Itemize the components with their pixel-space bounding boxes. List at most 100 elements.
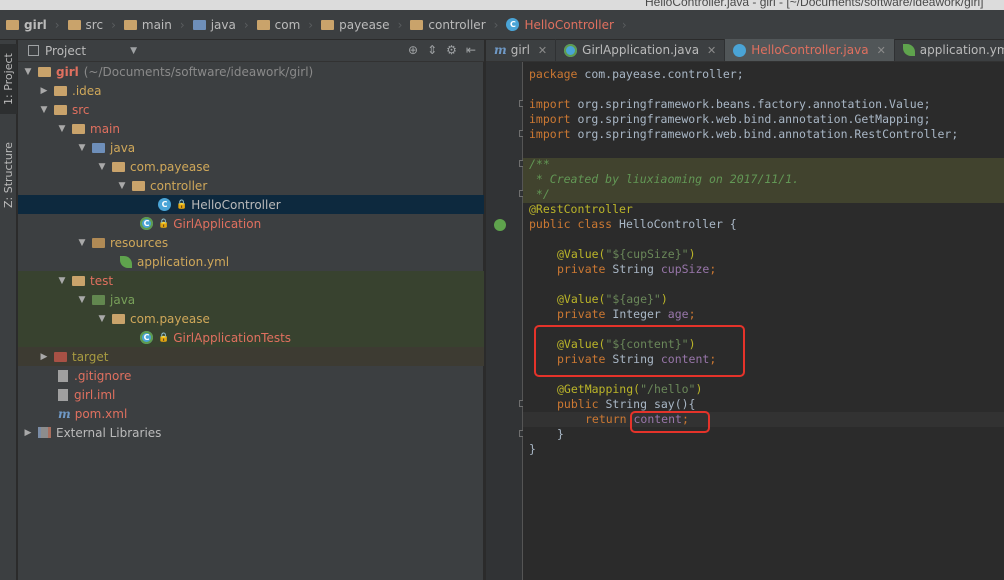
highlight-box-content-field	[534, 325, 745, 377]
maven-icon: m	[58, 406, 71, 421]
code-line: /**	[529, 157, 550, 171]
spring-class-icon: C	[140, 331, 153, 344]
file-icon	[58, 369, 68, 382]
tab-girl[interactable]: m girl ✕	[486, 39, 557, 61]
tree-item-test-com-payease[interactable]: ▼ com.payease	[18, 309, 484, 328]
tree-item-external-libraries[interactable]: ▶ External Libraries	[18, 423, 484, 442]
project-view-selector[interactable]: Project	[45, 44, 86, 58]
chevron-right-icon: ›	[243, 17, 249, 32]
tree-item-target[interactable]: ▶ target	[18, 347, 484, 366]
editor-gutter[interactable]	[486, 62, 523, 580]
chevron-right-icon[interactable]: ▶	[22, 428, 34, 438]
folder-icon	[72, 123, 85, 134]
code-line: @Value("${cupSize}")	[557, 247, 696, 261]
tree-item-girlapplicationtests[interactable]: C 🔒 GirlApplicationTests	[18, 328, 484, 347]
folder-icon	[72, 275, 85, 286]
chevron-down-icon[interactable]: ▼	[76, 295, 88, 305]
spring-class-icon: C	[140, 217, 153, 230]
editor-tabs: m girl ✕ GirlApplication.java ✕ HelloContro…	[486, 39, 1004, 62]
chevron-right-icon: ›	[308, 17, 314, 32]
breadcrumb-item-girl[interactable]: girl ›	[6, 18, 60, 32]
tree-item-resources[interactable]: ▼ resources	[18, 233, 484, 252]
tab-application-yml[interactable]: application.yml✕	[895, 39, 1004, 61]
spring-bean-icon[interactable]	[494, 219, 506, 231]
breadcrumb: girl › src › main › java › com › payease › con…	[0, 10, 1004, 40]
breadcrumb-item-payease[interactable]: payease ›	[321, 18, 402, 32]
chevron-down-icon[interactable]: ▼	[116, 181, 128, 191]
chevron-down-icon[interactable]: ▼	[96, 314, 108, 324]
spring-yml-icon	[902, 44, 915, 56]
window-title: HelloController.java - girl - [~/Documen…	[645, 0, 984, 9]
folder-icon	[123, 19, 137, 30]
tree-item-application-yml[interactable]: application.yml	[18, 252, 484, 271]
chevron-right-icon: ›	[397, 17, 403, 32]
chevron-down-icon[interactable]: ▼	[56, 124, 68, 134]
close-icon[interactable]: ✕	[877, 44, 886, 57]
hide-panel-icon[interactable]: ⇤	[466, 43, 476, 57]
tree-item-test-java[interactable]: ▼ java	[18, 290, 484, 309]
breadcrumb-item-controller[interactable]: controller ›	[410, 18, 498, 32]
test-folder-icon	[92, 294, 105, 305]
close-icon[interactable]: ✕	[707, 44, 716, 57]
tree-item-com-payease[interactable]: ▼ com.payease	[18, 157, 484, 176]
chevron-right-icon: ›	[111, 17, 116, 32]
breadcrumb-item-hellocontroller[interactable]: C HelloController ›	[506, 17, 627, 32]
code-line: private String cupSize;	[557, 262, 717, 276]
highlight-box-return-content	[630, 411, 710, 433]
close-icon[interactable]: ✕	[538, 44, 547, 57]
locate-icon[interactable]: ⊕	[408, 43, 418, 57]
class-icon: C	[158, 198, 171, 211]
code-line: * Created by liuxiaoming on 2017/11/1.	[529, 172, 800, 186]
package-icon	[112, 313, 125, 324]
lock-icon: 🔒	[158, 332, 170, 343]
breadcrumb-item-main[interactable]: main ›	[123, 18, 185, 32]
code-line: @Value("${age}")	[557, 292, 668, 306]
chevron-down-icon[interactable]: ▼	[76, 143, 88, 153]
tree-item-src[interactable]: ▼ src	[18, 100, 484, 119]
project-tree: ▼ girl (~/Documents/software/ideawork/girl…	[18, 62, 484, 580]
chevron-down-icon[interactable]: ▼	[38, 105, 50, 115]
breadcrumb-item-com[interactable]: com ›	[256, 17, 314, 32]
folder-icon	[6, 19, 19, 30]
chevron-right-icon[interactable]: ▶	[38, 352, 50, 362]
chevron-down-icon[interactable]: ▼	[56, 276, 68, 286]
tree-item-girlapplication[interactable]: C 🔒 GirlApplication	[18, 214, 484, 233]
code-editor[interactable]: package com.payease.controller; import o…	[523, 62, 1004, 580]
gear-icon[interactable]: ⚙	[446, 43, 457, 57]
chevron-down-icon[interactable]: ▼	[76, 238, 88, 248]
tree-item-hellocontroller[interactable]: C 🔒 HelloController	[18, 195, 484, 214]
window-titlebar: HelloController.java - girl - [~/Documen…	[0, 0, 1004, 10]
chevron-right-icon: ›	[493, 17, 499, 32]
file-icon	[58, 388, 68, 401]
tree-item-gitignore[interactable]: .gitignore	[18, 366, 484, 385]
package-icon	[132, 180, 145, 191]
tree-item-controller[interactable]: ▼ controller	[18, 176, 484, 195]
lock-icon: 🔒	[176, 199, 188, 210]
collapse-all-icon[interactable]: ⇕	[427, 43, 437, 57]
tree-item-idea[interactable]: ▶ .idea	[18, 81, 484, 100]
code-line: package com.payease.controller;	[529, 67, 744, 81]
chevron-down-icon[interactable]: ▼	[96, 162, 108, 172]
source-folder-icon	[192, 19, 206, 30]
package-icon	[256, 19, 270, 30]
chevron-right-icon[interactable]: ▶	[38, 86, 50, 96]
chevron-down-icon[interactable]: ▼	[22, 67, 34, 77]
tab-hellocontroller-java[interactable]: HelloController.java ✕	[725, 39, 895, 61]
tree-item-java[interactable]: ▼ java	[18, 138, 484, 157]
tree-item-girl[interactable]: ▼ girl (~/Documents/software/ideawork/girl…	[18, 62, 484, 81]
tree-item-pom-xml[interactable]: m pom.xml	[18, 404, 484, 423]
lock-icon: 🔒	[158, 218, 170, 229]
code-line: import org.springframework.web.bind.anno…	[529, 112, 931, 126]
spring-yml-icon	[120, 255, 132, 268]
tree-item-main[interactable]: ▼ main	[18, 119, 484, 138]
tool-tab-structure[interactable]: Z: Structure	[0, 134, 17, 216]
chevron-right-icon: ›	[621, 17, 627, 32]
breadcrumb-item-src[interactable]: src ›	[67, 17, 116, 32]
tree-item-girl-iml[interactable]: girl.iml	[18, 385, 484, 404]
tab-girlapplication-java[interactable]: GirlApplication.java ✕	[556, 39, 726, 61]
tree-item-test[interactable]: ▼ test	[18, 271, 484, 290]
tool-tab-project[interactable]: 1: Project	[0, 44, 17, 114]
breadcrumb-item-java[interactable]: java ›	[192, 17, 249, 32]
chevron-down-icon[interactable]: ▼	[130, 46, 137, 56]
maven-icon: m	[494, 43, 507, 57]
